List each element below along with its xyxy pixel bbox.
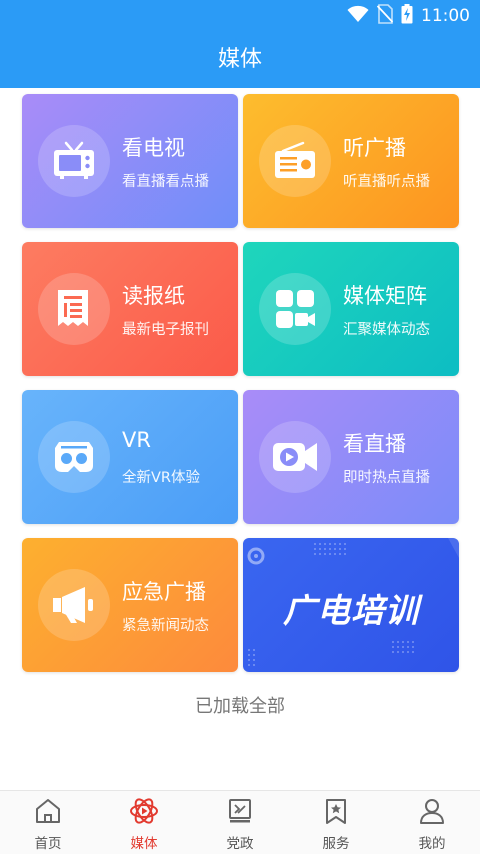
card-title: 看电视 bbox=[122, 136, 185, 160]
card-watch-live[interactable]: 看直播 即时热点直播 bbox=[243, 390, 459, 524]
card-title: 听广播 bbox=[343, 136, 406, 160]
card-watch-tv[interactable]: 看电视 看直播看点播 bbox=[22, 94, 238, 228]
tab-home[interactable]: 首页 bbox=[0, 791, 96, 854]
service-bookmark-icon bbox=[322, 797, 350, 829]
card-training-banner[interactable]: 广电培训 bbox=[243, 538, 459, 672]
card-title: 应急广播 bbox=[122, 580, 206, 604]
bottom-tab-bar: 首页 媒体 党政 服务 我的 bbox=[0, 790, 480, 854]
load-complete-text: 已加载全部 bbox=[195, 696, 285, 717]
card-vr[interactable]: VR 全新VR体验 bbox=[22, 390, 238, 524]
tab-label: 媒体 bbox=[130, 836, 158, 852]
profile-icon bbox=[418, 797, 446, 829]
tab-party[interactable]: 党政 bbox=[192, 791, 288, 854]
banner-title: 广电培训 bbox=[283, 591, 419, 630]
card-read-newspaper[interactable]: 读报纸 最新电子报刊 bbox=[22, 242, 238, 376]
card-subtitle: 全新VR体验 bbox=[122, 470, 200, 486]
home-icon bbox=[34, 797, 62, 829]
card-subtitle: 即时热点直播 bbox=[343, 470, 430, 486]
tab-label: 党政 bbox=[226, 836, 254, 852]
card-title: 媒体矩阵 bbox=[343, 284, 427, 308]
battery-charging-icon bbox=[401, 4, 413, 28]
wifi-icon bbox=[347, 5, 369, 27]
card-emergency-broadcast[interactable]: 应急广播 紧急新闻动态 bbox=[22, 538, 238, 672]
no-sim-icon bbox=[376, 4, 394, 28]
media-atom-icon bbox=[129, 797, 159, 829]
status-bar: 11:00 bbox=[0, 0, 480, 32]
megaphone-icon bbox=[38, 569, 110, 641]
media-matrix-icon bbox=[259, 273, 331, 345]
tab-label: 服务 bbox=[322, 836, 350, 852]
live-video-icon bbox=[259, 421, 331, 493]
card-title: 看直播 bbox=[343, 432, 406, 456]
card-subtitle: 看直播看点播 bbox=[122, 174, 209, 190]
vr-goggles-icon bbox=[38, 421, 110, 493]
card-subtitle: 听直播听点播 bbox=[343, 174, 430, 190]
radio-icon bbox=[259, 125, 331, 197]
tv-icon bbox=[38, 125, 110, 197]
card-listen-radio[interactable]: 听广播 听直播听点播 bbox=[243, 94, 459, 228]
clock: 11:00 bbox=[421, 6, 470, 26]
card-subtitle: 最新电子报刊 bbox=[122, 322, 209, 338]
party-icon bbox=[226, 797, 254, 829]
tab-media[interactable]: 媒体 bbox=[96, 791, 192, 854]
card-subtitle: 紧急新闻动态 bbox=[122, 618, 209, 634]
card-title: 读报纸 bbox=[122, 284, 185, 308]
tab-label: 我的 bbox=[418, 836, 446, 852]
card-media-matrix[interactable]: 媒体矩阵 汇聚媒体动态 bbox=[243, 242, 459, 376]
tab-profile[interactable]: 我的 bbox=[384, 791, 480, 854]
tab-label: 首页 bbox=[34, 836, 62, 852]
card-title: VR bbox=[122, 428, 151, 452]
tab-service[interactable]: 服务 bbox=[288, 791, 384, 854]
newspaper-icon bbox=[38, 273, 110, 345]
page-title: 媒体 bbox=[0, 32, 480, 88]
card-subtitle: 汇聚媒体动态 bbox=[343, 322, 430, 338]
